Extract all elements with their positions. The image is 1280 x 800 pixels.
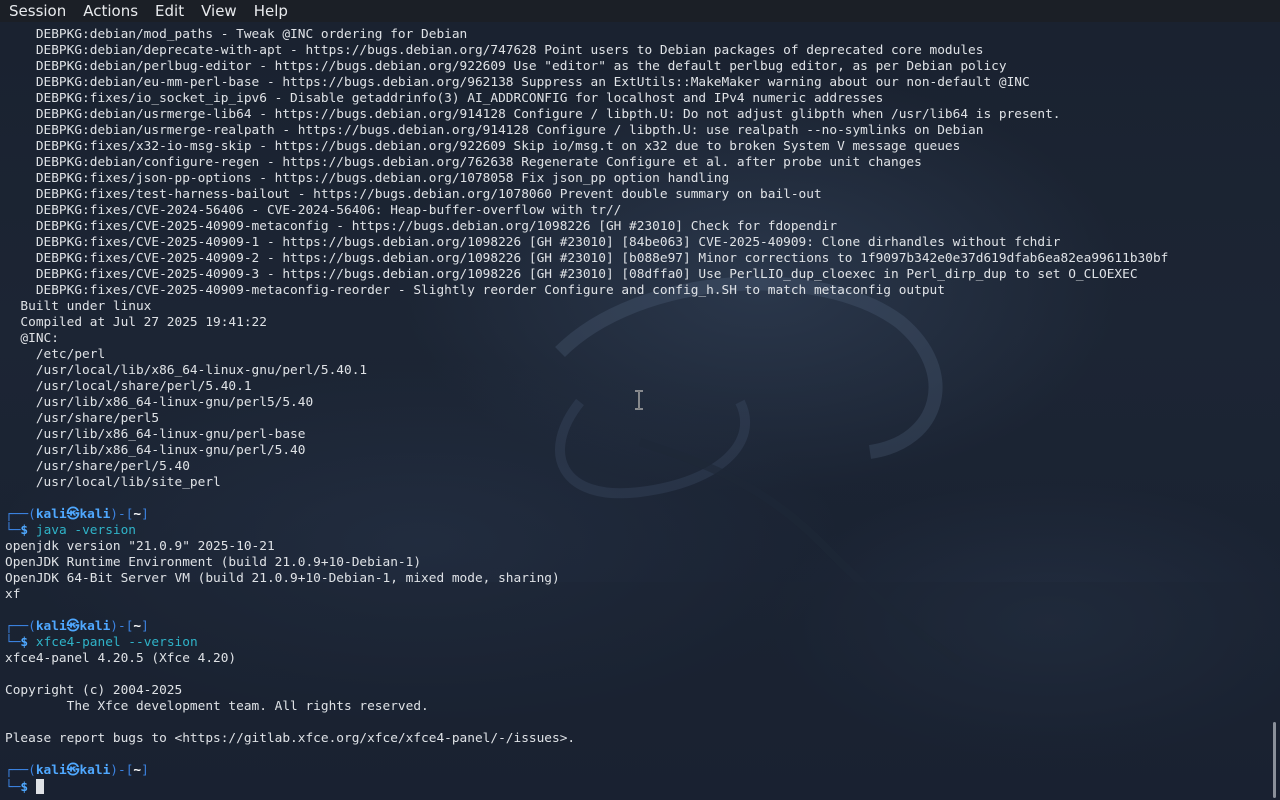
output-line: /usr/lib/x86_64-linux-gnu/perl/5.40 [5,443,306,458]
prompt-separator: )-[ [110,763,134,778]
prompt-header: ┌──(kali㉿kali)-[~] [5,763,1270,779]
menu-session[interactable]: Session [0,0,74,22]
prompt-directory: ~ [133,619,142,634]
output-line: DEBPKG:debian/usrmerge-lib64 - https://b… [5,107,1061,122]
prompt-separator: )-[ [110,507,134,522]
output-line: /usr/local/lib/x86_64-linux-gnu/perl/5.4… [5,363,368,378]
prompt-bottom-prefix: └─ [5,523,21,538]
text-cursor[interactable] [35,779,44,794]
terminal-scrollbar[interactable] [1273,722,1276,798]
prompt-command-line: └─$ java -version [5,523,1270,539]
prompt-at-symbol: ㉿ [66,763,80,778]
ibeam-cursor-icon [634,390,644,414]
prompt-bottom-prefix: └─ [5,635,21,650]
prompt-top-prefix: ┌──( [5,619,36,634]
output-line: DEBPKG:fixes/test-harness-bailout - http… [5,187,822,202]
prompt-directory: ~ [133,507,142,522]
output-line: Please report bugs to <https://gitlab.xf… [5,731,576,746]
prompt-user: kali [35,507,67,522]
menu-help[interactable]: Help [245,0,296,22]
menubar: Session Actions Edit View Help [0,0,1280,22]
output-line: /usr/local/lib/site_perl [5,475,221,490]
output-line: DEBPKG:debian/usrmerge-realpath - https:… [5,123,984,138]
menu-view[interactable]: View [192,0,245,22]
output-line: DEBPKG:fixes/io_socket_ip_ipv6 - Disable… [5,91,884,106]
prompt-host: kali [79,507,111,522]
prompt-bottom-prefix: └─ [5,780,21,795]
output-line: /etc/perl [5,347,106,362]
prompt-header: ┌──(kali㉿kali)-[~] [5,619,1270,635]
output-line: DEBPKG:fixes/CVE-2024-56406 - CVE-2024-5… [5,203,622,218]
output-line: /usr/lib/x86_64-linux-gnu/perl-base [5,427,306,442]
output-line: Compiled at Jul 27 2025 19:41:22 [5,315,267,330]
prompt-separator: )-[ [110,619,134,634]
prompt-bracket-end: ] [141,619,149,634]
output-line: DEBPKG:fixes/CVE-2025-40909-metaconfig -… [5,219,838,234]
prompt-dollar: $ [20,523,29,538]
prompt-at-symbol: ㉿ [66,507,80,522]
output-line: xfce4-panel 4.20.5 (Xfce 4.20) [5,651,237,666]
output-line: DEBPKG:fixes/json-pp-options - https://b… [5,171,730,186]
output-line: DEBPKG:fixes/CVE-2025-40909-3 - https://… [5,267,1138,282]
prompt-command-line: └─$ xfce4-panel --version [5,635,1270,651]
prompt-bracket-end: ] [141,763,149,778]
menu-actions[interactable]: Actions [74,0,146,22]
prompt-top-prefix: ┌──( [5,763,36,778]
output-line: DEBPKG:debian/deprecate-with-apt - https… [5,43,984,58]
output-line: @INC: [5,331,59,346]
output-line: DEBPKG:fixes/x32-io-msg-skip - https://b… [5,139,961,154]
output-line: OpenJDK Runtime Environment (build 21.0.… [5,555,422,570]
output-line: xf [5,587,21,602]
prompt-user: kali [35,619,67,634]
output-line: OpenJDK 64-Bit Server VM (build 21.0.9+1… [5,571,560,586]
menu-edit[interactable]: Edit [146,0,192,22]
prompt-command-line: └─$ [5,779,1270,795]
command-text: xfce4-panel --version [35,635,198,650]
output-line: DEBPKG:debian/eu-mm-perl-base - https://… [5,75,1030,90]
output-line: Built under linux [5,299,152,314]
prompt-host: kali [79,763,111,778]
prompt-dollar: $ [20,780,29,795]
prompt-bracket-end: ] [141,507,149,522]
prompt-dollar: $ [20,635,29,650]
prompt-user: kali [35,763,67,778]
output-line: DEBPKG:fixes/CVE-2025-40909-metaconfig-r… [5,283,945,298]
prompt-top-prefix: ┌──( [5,507,36,522]
prompt-host: kali [79,619,111,634]
output-line: DEBPKG:debian/perlbug-editor - https://b… [5,59,1007,74]
prompt-directory: ~ [133,763,142,778]
prompt-header: ┌──(kali㉿kali)-[~] [5,507,1270,523]
output-line: DEBPKG:debian/configure-regen - https://… [5,155,922,170]
output-line: Copyright (c) 2004-2025 [5,683,183,698]
prompt-at-symbol: ㉿ [66,619,80,634]
output-line: DEBPKG:debian/mod_paths - Tweak @INC ord… [5,27,468,42]
command-text: java -version [35,523,137,538]
output-line: /usr/share/perl/5.40 [5,459,190,474]
output-line: openjdk version "21.0.9" 2025-10-21 [5,539,275,554]
output-line: The Xfce development team. All rights re… [5,699,429,714]
output-line: DEBPKG:fixes/CVE-2025-40909-1 - https://… [5,235,1061,250]
output-line: DEBPKG:fixes/CVE-2025-40909-2 - https://… [5,251,1169,266]
